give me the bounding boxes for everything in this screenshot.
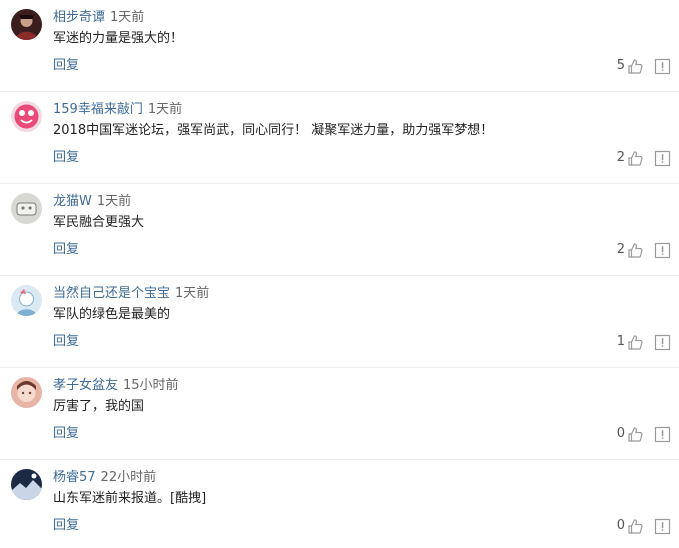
like-count: 1	[616, 334, 625, 349]
like-count: 2	[616, 242, 625, 257]
like-count: 5	[616, 58, 625, 73]
username[interactable]: 相步奇谭	[53, 10, 105, 25]
report-icon[interactable]	[654, 334, 671, 351]
username[interactable]: 159幸福来敲门	[53, 102, 143, 117]
comment-item: 龙猫W 1天前 军民融合更强大 回复 2	[0, 184, 679, 276]
timestamp: 22小时前	[100, 470, 157, 485]
avatar[interactable]	[11, 101, 42, 132]
report-icon[interactable]	[654, 150, 671, 167]
report-icon[interactable]	[654, 426, 671, 443]
avatar[interactable]	[11, 193, 42, 224]
comment-item: 159幸福来敲门 1天前 2018中国军迷论坛，强军尚武，同心同行！ 凝聚军迷力量…	[0, 92, 679, 184]
reply-button[interactable]: 回复	[53, 149, 79, 167]
avatar[interactable]	[11, 377, 42, 408]
comment-actions: 5	[617, 57, 671, 75]
like-count: 2	[616, 150, 625, 165]
thumbs-up-icon[interactable]	[627, 150, 644, 167]
username[interactable]: 当然自己还是个宝宝	[53, 286, 170, 301]
like-count: 0	[616, 518, 625, 533]
comment-item: 相步奇谭 1天前 军迷的力量是强大的！ 回复 5	[0, 0, 679, 92]
username[interactable]: 孝子女盆友	[53, 378, 118, 393]
avatar[interactable]	[11, 285, 42, 316]
avatar-icon	[11, 377, 42, 408]
timestamp: 1天前	[147, 102, 183, 117]
report-icon[interactable]	[654, 58, 671, 75]
reply-button[interactable]: 回复	[53, 241, 79, 259]
comment-item: 当然自己还是个宝宝 1天前 军队的绿色是最美的 回复 1	[0, 276, 679, 368]
comment-text: 军民融合更强大	[53, 215, 145, 230]
comment-actions: 1	[617, 333, 671, 351]
thumbs-up-icon[interactable]	[627, 426, 644, 443]
comment-list: 相步奇谭 1天前 军迷的力量是强大的！ 回复 5 159幸福来敲门 1天前 20…	[0, 0, 679, 548]
like-count: 0	[616, 426, 625, 441]
comment-item: 杨睿57 22小时前 山东军迷前来报道。[酷拽] 回复 0	[0, 460, 679, 548]
avatar-icon	[11, 193, 42, 224]
timestamp: 1天前	[96, 194, 132, 209]
avatar-icon	[11, 9, 42, 40]
report-icon[interactable]	[654, 242, 671, 259]
thumbs-up-icon[interactable]	[627, 334, 644, 351]
comment-actions: 0	[617, 425, 671, 443]
comment-text: 厉害了，我的国	[53, 399, 145, 414]
username[interactable]: 龙猫W	[53, 194, 92, 209]
comment-text: 军迷的力量是强大的！	[53, 31, 184, 46]
reply-button[interactable]: 回复	[53, 57, 79, 75]
avatar[interactable]	[11, 469, 42, 500]
reply-button[interactable]: 回复	[53, 425, 79, 443]
thumbs-up-icon[interactable]	[627, 242, 644, 259]
timestamp: 1天前	[110, 10, 145, 25]
comment-text: 2018中国军迷论坛，强军尚武，同心同行！ 凝聚军迷力量，助力强军梦想！	[53, 123, 494, 138]
report-icon[interactable]	[654, 518, 671, 535]
comment-text: 山东军迷前来报道。[酷拽]	[53, 491, 207, 506]
reply-button[interactable]: 回复	[53, 517, 79, 535]
comment-actions: 2	[617, 241, 671, 259]
reply-button[interactable]: 回复	[53, 333, 79, 351]
thumbs-up-icon[interactable]	[627, 58, 644, 75]
avatar-icon	[11, 285, 42, 316]
timestamp: 15小时前	[123, 378, 179, 393]
avatar-icon	[11, 101, 42, 132]
thumbs-up-icon[interactable]	[627, 518, 644, 535]
avatar[interactable]	[11, 9, 42, 40]
avatar-icon	[11, 469, 42, 500]
comment-actions: 2	[617, 149, 671, 167]
comment-actions: 0	[617, 517, 671, 535]
comment-item: 孝子女盆友 15小时前 厉害了，我的国 回复 0	[0, 368, 679, 460]
timestamp: 1天前	[175, 286, 210, 301]
username[interactable]: 杨睿57	[53, 470, 96, 485]
comment-text: 军队的绿色是最美的	[53, 307, 171, 322]
